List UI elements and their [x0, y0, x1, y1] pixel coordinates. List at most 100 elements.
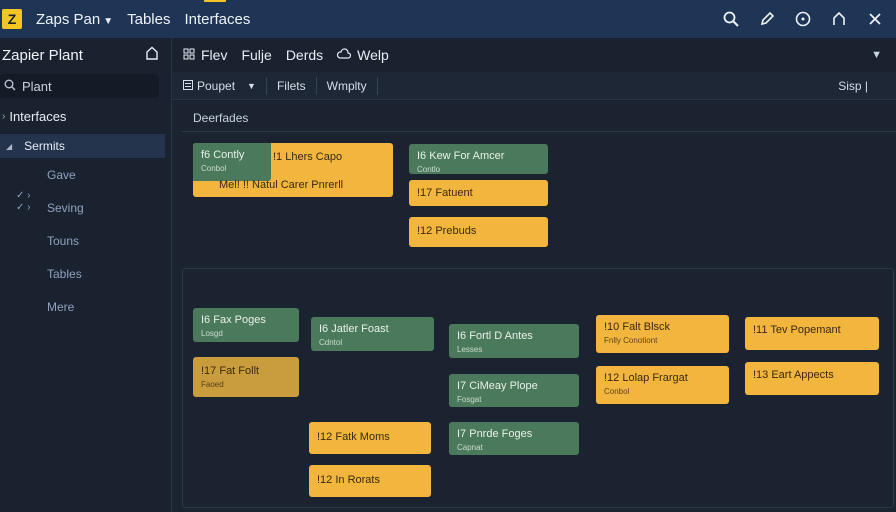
card[interactable]: I6 Kew For Amcer Contlo [409, 144, 548, 174]
nav-interfaces[interactable]: Interfaces [184, 0, 250, 28]
caret-down-icon: ▼ [103, 15, 114, 27]
card-subtitle: Conbol [604, 387, 630, 396]
card-subtitle: Cdntol [319, 338, 343, 347]
home-icon[interactable] [830, 10, 848, 28]
nav-tables[interactable]: Tables [127, 11, 170, 28]
sidebar-item-label: Mere [47, 299, 75, 314]
section-heading: Deerfades [193, 111, 249, 125]
welp-tab[interactable]: Welp [337, 47, 389, 63]
wmplty-button[interactable]: Wmplty [317, 76, 378, 95]
home-icon[interactable] [145, 46, 159, 64]
card-subtitle: Conbol [201, 164, 227, 173]
card-title: !17 Fat Follt [201, 365, 260, 377]
list-icon [183, 79, 193, 93]
card[interactable]: !12 Fatk Moms [309, 422, 431, 454]
card[interactable]: !17 Fat Follt Faoed [193, 357, 299, 397]
card-subtitle: Losgd [201, 329, 223, 338]
card-inner: f6 Contly Conbol [193, 143, 271, 181]
card-title: !13 Eart Appects [753, 369, 834, 381]
card[interactable]: I6 Fortl D Antes Lesses [449, 324, 579, 358]
divider [182, 131, 896, 132]
sisp-control[interactable]: Sisp | [838, 79, 868, 93]
expand-chevrons-icon: ✓ › [16, 190, 31, 201]
card[interactable]: I6 Jatler Foast Cdntol [311, 317, 434, 351]
sidebar-item-label: Tables [47, 266, 82, 281]
sidebar-item-selected[interactable]: ◢ Sermits [0, 134, 165, 158]
workspace-title: Zapier Plant [2, 46, 83, 64]
card[interactable]: !12 In Rorats [309, 465, 431, 497]
filter-toolbar: Poupet ▼ Filets Wmplty Sisp | [173, 72, 896, 100]
close-icon[interactable] [866, 10, 884, 28]
card[interactable]: !11 Tev Popemant [745, 317, 879, 350]
pen-icon[interactable] [758, 10, 776, 28]
sidebar-item[interactable]: Touns [0, 224, 171, 257]
card-title: I6 Fax Poges [201, 314, 266, 326]
card-title: I6 Jatler Foast [319, 323, 389, 335]
card-title: !12 In Rorats [317, 474, 380, 486]
card[interactable]: I7 CiMeay Plope Fosgat [449, 374, 579, 407]
nav-zaps[interactable]: Zaps Pan ▼ [36, 11, 113, 28]
sidebar-item[interactable]: Tables [0, 257, 171, 290]
poupet-label: Poupet [197, 78, 236, 93]
nav-zaps-label: Zaps Pan [36, 10, 101, 28]
card-title: Mel! !! Natul Carer Pnrerll [219, 179, 344, 191]
fulje-tab[interactable]: Fulje [241, 47, 271, 63]
chevron-right-icon: › [2, 110, 6, 122]
sidebar-item[interactable]: Gave [0, 158, 171, 191]
search-input[interactable] [22, 78, 142, 94]
card-title: !10 Falt Blsck [604, 321, 671, 333]
filters-button[interactable]: Filets [267, 76, 317, 95]
card-title: !12 Fatk Moms [317, 431, 390, 443]
card-title: I6 Fortl D Antes [457, 330, 533, 342]
view-tab-label: Flev [201, 47, 228, 63]
poupet-dropdown[interactable]: Poupet ▼ [173, 76, 267, 95]
card-subtitle: Lesses [457, 345, 483, 354]
card[interactable]: I6 Fax Poges Losgd [193, 308, 299, 342]
composite-card[interactable]: f6 Contly Conbol !1 Lhers Capo Mel! !! N… [193, 143, 393, 197]
card-title: I7 Pnrde Foges [457, 428, 533, 440]
derds-tab[interactable]: Derds [286, 47, 323, 63]
card-title: I7 CiMeay Plope [457, 380, 538, 392]
card-title: !12 Prebuds [417, 225, 477, 237]
help-icon[interactable] [794, 10, 812, 28]
sidebar-search[interactable] [0, 74, 159, 98]
search-icon[interactable] [722, 10, 740, 28]
card-title: !12 Lolap Frargat [604, 372, 688, 384]
welp-tab-label: Welp [357, 47, 389, 63]
card-subtitle: Faoed [201, 380, 224, 389]
card[interactable]: !10 Falt Blsck Fnlly Conotiont [596, 315, 729, 353]
card-title: !17 Fatuent [417, 187, 473, 199]
card-title: !11 Tev Popemant [753, 324, 841, 336]
card[interactable]: !13 Eart Appects [745, 362, 879, 395]
card[interactable]: !12 Lolap Frargat Conbol [596, 366, 729, 404]
card[interactable]: !17 Fatuent [409, 180, 548, 206]
triangle-icon: ◢ [6, 141, 13, 151]
sidebar-item-label: Sermits [24, 139, 65, 153]
search-icon [4, 79, 16, 94]
card-title: f6 Contly [201, 149, 245, 161]
top-nav-bar: Z Zaps Pan ▼ Tables Interfaces [0, 0, 896, 38]
cloud-icon [337, 47, 352, 63]
card-subtitle: Fnlly Conotiont [604, 336, 658, 345]
sidebar-header: Zapier Plant [0, 38, 171, 72]
sidebar-item-label: Seving [47, 200, 84, 215]
sidebar-item-label: Gave [47, 167, 76, 182]
grid-icon [183, 47, 195, 63]
sidebar-section-interfaces[interactable]: › Interfaces [0, 98, 171, 134]
card-title: I6 Kew For Amcer [417, 150, 505, 162]
card-subtitle: Fosgat [457, 395, 482, 404]
sidebar-item-label: Touns [47, 233, 80, 248]
chevron-down-icon[interactable]: ▼ [871, 49, 882, 61]
card-subtitle: Capnat [457, 443, 483, 452]
card[interactable]: !12 Prebuds [409, 217, 548, 247]
view-toolbar: Flev Fulje Derds Welp ▼ [173, 38, 896, 72]
view-tab[interactable]: Flev [183, 47, 227, 63]
sidebar-item[interactable]: Mere [0, 290, 171, 323]
section-label: Interfaces [9, 108, 67, 124]
sidebar: Zapier Plant › Interfaces ◢ Sermits Gave… [0, 38, 172, 512]
card-title: !1 Lhers Capo [273, 151, 343, 163]
card[interactable]: I7 Pnrde Foges Capnat [449, 422, 579, 455]
expand-chevrons-icon: ✓ › [16, 202, 31, 213]
chevron-down-icon: ▼ [247, 80, 256, 91]
zapier-logo[interactable]: Z [2, 9, 22, 29]
